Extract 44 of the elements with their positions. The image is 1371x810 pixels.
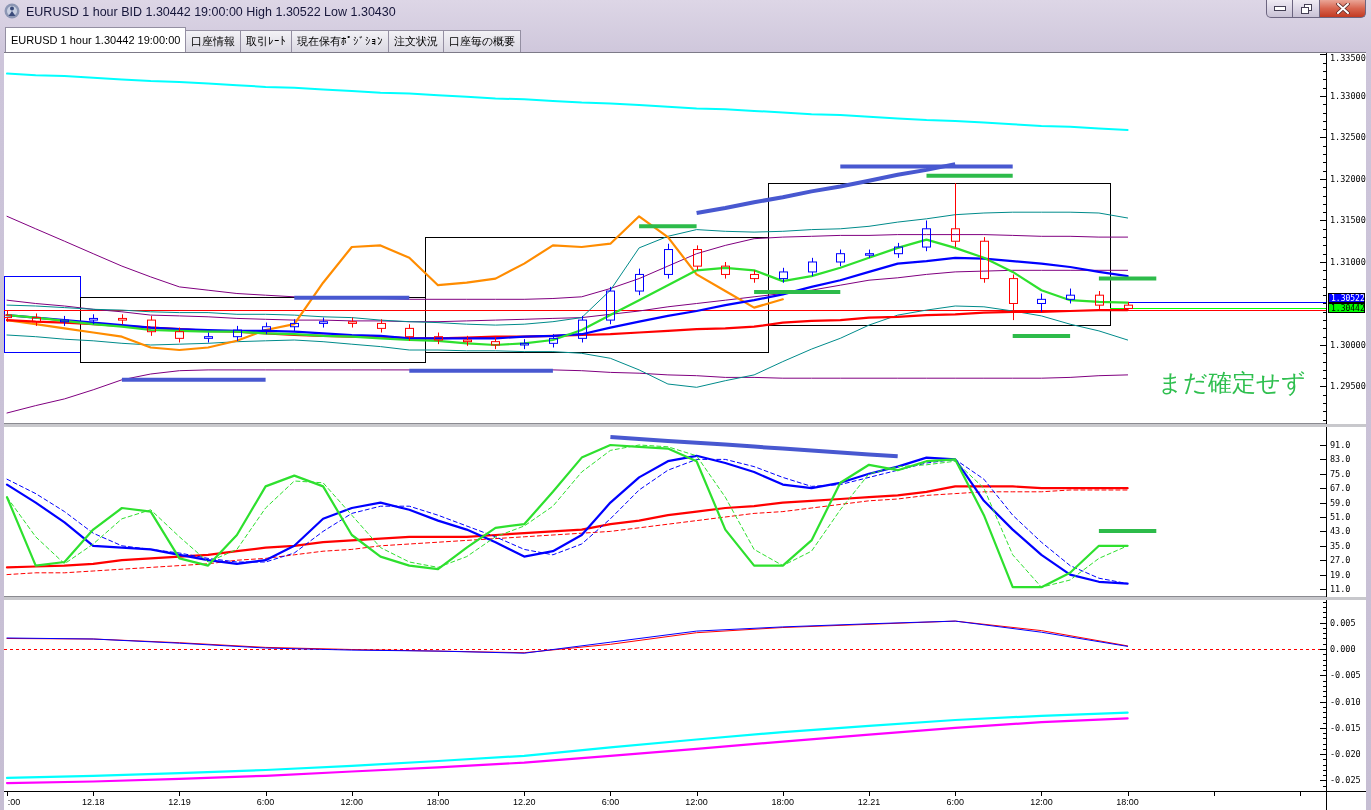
axis-label: -0.005 bbox=[1330, 670, 1361, 681]
axis-label: 6:00 bbox=[256, 797, 275, 807]
axis-label: 11.0 bbox=[1330, 584, 1351, 594]
axis-label: 1.31500 bbox=[1330, 215, 1366, 226]
axis-label: -0.020 bbox=[1330, 749, 1361, 760]
axis-label: 59.0 bbox=[1330, 497, 1351, 508]
axis-label: :00 bbox=[7, 797, 21, 807]
axis-label: 75.0 bbox=[1330, 468, 1351, 479]
axis-label: 1.33500 bbox=[1330, 53, 1366, 63]
axis-label: -0.025 bbox=[1330, 775, 1361, 786]
axis-label: 51.0 bbox=[1330, 512, 1351, 522]
axis-label: 19.0 bbox=[1330, 569, 1351, 580]
axis-label: 1.29500 bbox=[1330, 381, 1366, 392]
axis-label: -0.010 bbox=[1330, 696, 1361, 707]
axis-label: 0.005 bbox=[1330, 617, 1356, 628]
axis-label: 1.32500 bbox=[1330, 132, 1366, 143]
axis-label: 12.21 bbox=[857, 797, 881, 807]
axis-label: 12.19 bbox=[168, 797, 191, 807]
axis-label: 1.30000 bbox=[1330, 340, 1366, 350]
axis-label: -0.015 bbox=[1330, 722, 1361, 733]
axis-label: 18:00 bbox=[426, 797, 450, 807]
axis-label: 91.0 bbox=[1330, 440, 1351, 450]
axis-label: 6:00 bbox=[601, 797, 620, 807]
axis-label: 1.32000 bbox=[1330, 174, 1366, 184]
axis-label: 12:00 bbox=[1030, 797, 1053, 807]
chart-note: まだ確定せず bbox=[1158, 369, 1306, 398]
price-label: 1.30522 bbox=[1328, 293, 1365, 303]
axis-label: 1.31000 bbox=[1330, 257, 1366, 267]
axis-label: 1.33000 bbox=[1330, 91, 1366, 101]
axis-label: 18:00 bbox=[771, 797, 795, 807]
axis-label: 12.20 bbox=[512, 797, 536, 807]
window-title: EURUSD 1 hour BID 1.30442 19:00:00 High 1.30522 Low 1.30430 bbox=[26, 5, 397, 20]
axis-label: 35.0 bbox=[1330, 540, 1351, 551]
axis-label: 43.0 bbox=[1330, 526, 1351, 537]
axis-label: 12:00 bbox=[685, 797, 708, 807]
axis-label: 83.0 bbox=[1330, 454, 1351, 465]
axis-label: 0.000 bbox=[1330, 644, 1356, 654]
axis-label: 12.18 bbox=[81, 797, 105, 807]
price-label: 1.30442 bbox=[1328, 303, 1365, 313]
axis-label: 12:00 bbox=[340, 797, 364, 807]
axis-label: 67.0 bbox=[1330, 483, 1351, 494]
axis-label: 27.0 bbox=[1330, 555, 1351, 566]
axis-label: 18:00 bbox=[1116, 797, 1139, 807]
axis-label: 6:00 bbox=[946, 797, 964, 807]
